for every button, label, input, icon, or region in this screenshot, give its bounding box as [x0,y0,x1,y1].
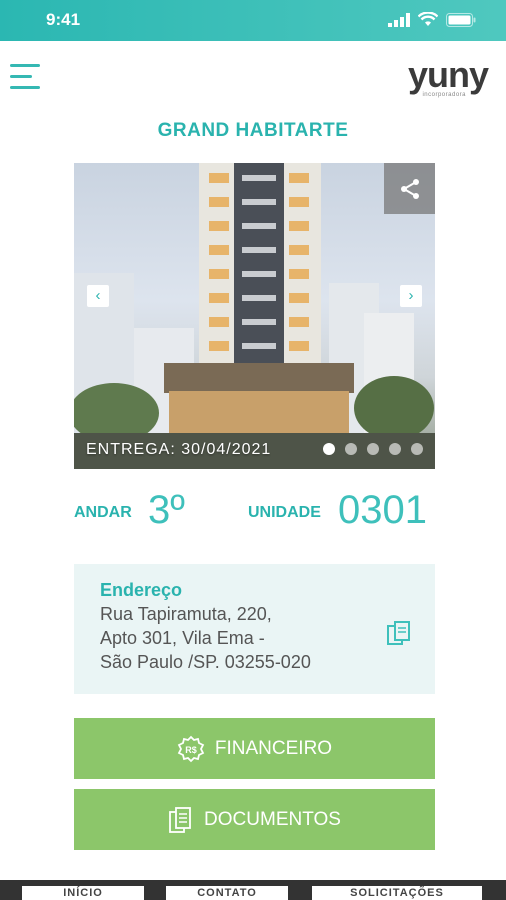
building-image [74,163,435,469]
carousel-dot[interactable] [367,443,379,455]
documentos-button[interactable]: DOCUMENTOS [74,789,435,850]
tab-inicio[interactable]: INÍCIO [22,886,144,900]
signal-icon [388,12,410,27]
battery-icon [446,12,476,27]
carousel-dot[interactable] [345,443,357,455]
carousel-dot[interactable] [323,443,335,455]
tab-solicitacoes-label: SOLICITAÇÕES [350,887,444,899]
share-button[interactable] [384,163,435,214]
status-time: 9:41 [46,10,81,29]
tab-inicio-label: INÍCIO [63,887,103,899]
documentos-label: DOCUMENTOS [204,808,341,830]
address-heading: Endereço [100,580,183,600]
address-line: São Paulo /SP. 03255-020 [100,652,311,672]
floor-label: ANDAR [74,504,132,521]
address-line: Rua Tapiramuta, 220, [100,604,272,624]
page-title: GRAND HABITARTE [157,120,349,141]
status-icons [388,12,476,27]
unit-value: 0301 [338,488,427,532]
floor-value: 3º [148,488,185,532]
logo-word: yuny [407,54,489,95]
address-line: Apto 301, Vila Ema - [100,628,265,648]
delivery-date: ENTREGA: 30/04/2021 [86,441,272,458]
status-bar: 9:41 [0,0,506,41]
property-image-carousel[interactable]: ‹ › ENTREGA: 30/04/2021 [74,163,435,469]
address-card: Endereço Rua Tapiramuta, 220, Apto 301, … [74,564,435,694]
carousel-next-button[interactable]: › [400,285,422,307]
brand-logo: yuny incorporadora [388,54,489,99]
carousel-prev-button[interactable]: ‹ [87,285,109,307]
document-icon [169,806,191,833]
share-icon [400,178,419,199]
tab-contato[interactable]: CONTATO [166,886,288,900]
logo-subtitle: incorporadora [422,92,466,98]
wifi-icon [418,12,438,26]
copy-icon[interactable] [385,620,413,648]
financeiro-label: FINANCEIRO [214,737,333,759]
financeiro-button[interactable]: R$ FINANCEIRO [74,718,435,779]
carousel-dot[interactable] [411,443,423,455]
money-icon: R$ [177,735,205,762]
unit-label: UNIDADE [248,504,321,521]
carousel-dots [323,443,423,455]
unit-info: ANDAR 3º UNIDADE 0301 [74,488,435,538]
bottom-tab-bar: INÍCIO CONTATO SOLICITAÇÕES [0,880,506,900]
svg-text:R$: R$ [185,745,197,755]
menu-line [10,64,40,67]
menu-icon[interactable] [10,64,42,92]
tab-solicitacoes[interactable]: SOLICITAÇÕES [312,886,482,900]
menu-line [10,75,32,78]
menu-line [10,86,40,89]
tab-contato-label: CONTATO [197,887,257,899]
carousel-dot[interactable] [389,443,401,455]
